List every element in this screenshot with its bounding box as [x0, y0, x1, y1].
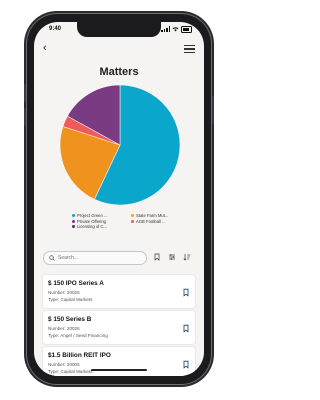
volume-down-button: [24, 108, 26, 126]
search-box[interactable]: [43, 251, 147, 265]
matters-pie-chart: [59, 84, 181, 206]
camera-notch: [77, 22, 161, 37]
search-toolbar: [43, 251, 195, 265]
legend-dot: [72, 225, 75, 228]
bookmark-filter-icon[interactable]: [153, 253, 161, 261]
legend-dot: [131, 219, 134, 223]
legend-item: Licensing of C...: [72, 224, 127, 229]
matter-type: Type: Capital Markets: [48, 297, 93, 302]
bookmark-icon[interactable]: [182, 324, 190, 333]
matter-number: Number: 20026: [48, 326, 80, 331]
matter-type: Type: Angel / Seed Financing: [48, 333, 108, 338]
legend-item: State Farm Mut...: [131, 213, 186, 218]
filter-sliders-icon[interactable]: [168, 253, 176, 261]
matter-card[interactable]: $ 150 IPO Series A Number: 20025 Type: C…: [43, 275, 195, 308]
wifi-icon: [172, 27, 179, 32]
bookmark-icon[interactable]: [182, 288, 190, 297]
nav-bar: ‹: [34, 42, 204, 56]
legend-dot: [131, 214, 134, 217]
signal-icon: [161, 26, 170, 33]
search-input[interactable]: [58, 255, 138, 261]
status-time: 9:40: [49, 26, 62, 32]
legend-item: Project Green ...: [72, 213, 127, 218]
matter-number: Number: 20025: [48, 290, 80, 295]
matter-title: $1.5 Billion REIT IPO: [48, 352, 111, 359]
power-button: [212, 96, 214, 124]
app-screen: 9:40 ‹ Matters Project Green ... State F…: [34, 22, 204, 376]
matter-title: $ 150 Series B: [48, 316, 92, 323]
legend-dot: [72, 219, 75, 223]
home-indicator: [91, 368, 147, 371]
matter-title: $ 150 IPO Series A: [48, 280, 104, 287]
page-title: Matters: [99, 66, 139, 78]
legend-item: AGB Football ...: [131, 219, 186, 224]
legend-item: Private Offering: [72, 219, 127, 224]
phone-frame: 9:40 ‹ Matters Project Green ... State F…: [24, 14, 214, 384]
back-chevron-icon[interactable]: ‹: [43, 42, 47, 54]
search-icon: [49, 255, 55, 261]
status-icons: [161, 26, 192, 33]
matter-number: Number: 20005: [48, 362, 80, 367]
matter-card[interactable]: $1.5 Billion REIT IPO Number: 20005 Type…: [43, 347, 195, 376]
chart-legend: Project Green ... State Farm Mut... Priv…: [72, 213, 192, 229]
menu-icon[interactable]: [184, 45, 195, 53]
bookmark-icon[interactable]: [182, 360, 190, 369]
matter-card[interactable]: $ 150 Series B Number: 20026 Type: Angel…: [43, 311, 195, 344]
battery-icon: [181, 26, 192, 33]
volume-up-button: [24, 84, 26, 102]
sort-icon[interactable]: [183, 253, 191, 261]
legend-dot: [72, 214, 75, 217]
matter-type: Type: Capital Markets: [48, 369, 93, 374]
